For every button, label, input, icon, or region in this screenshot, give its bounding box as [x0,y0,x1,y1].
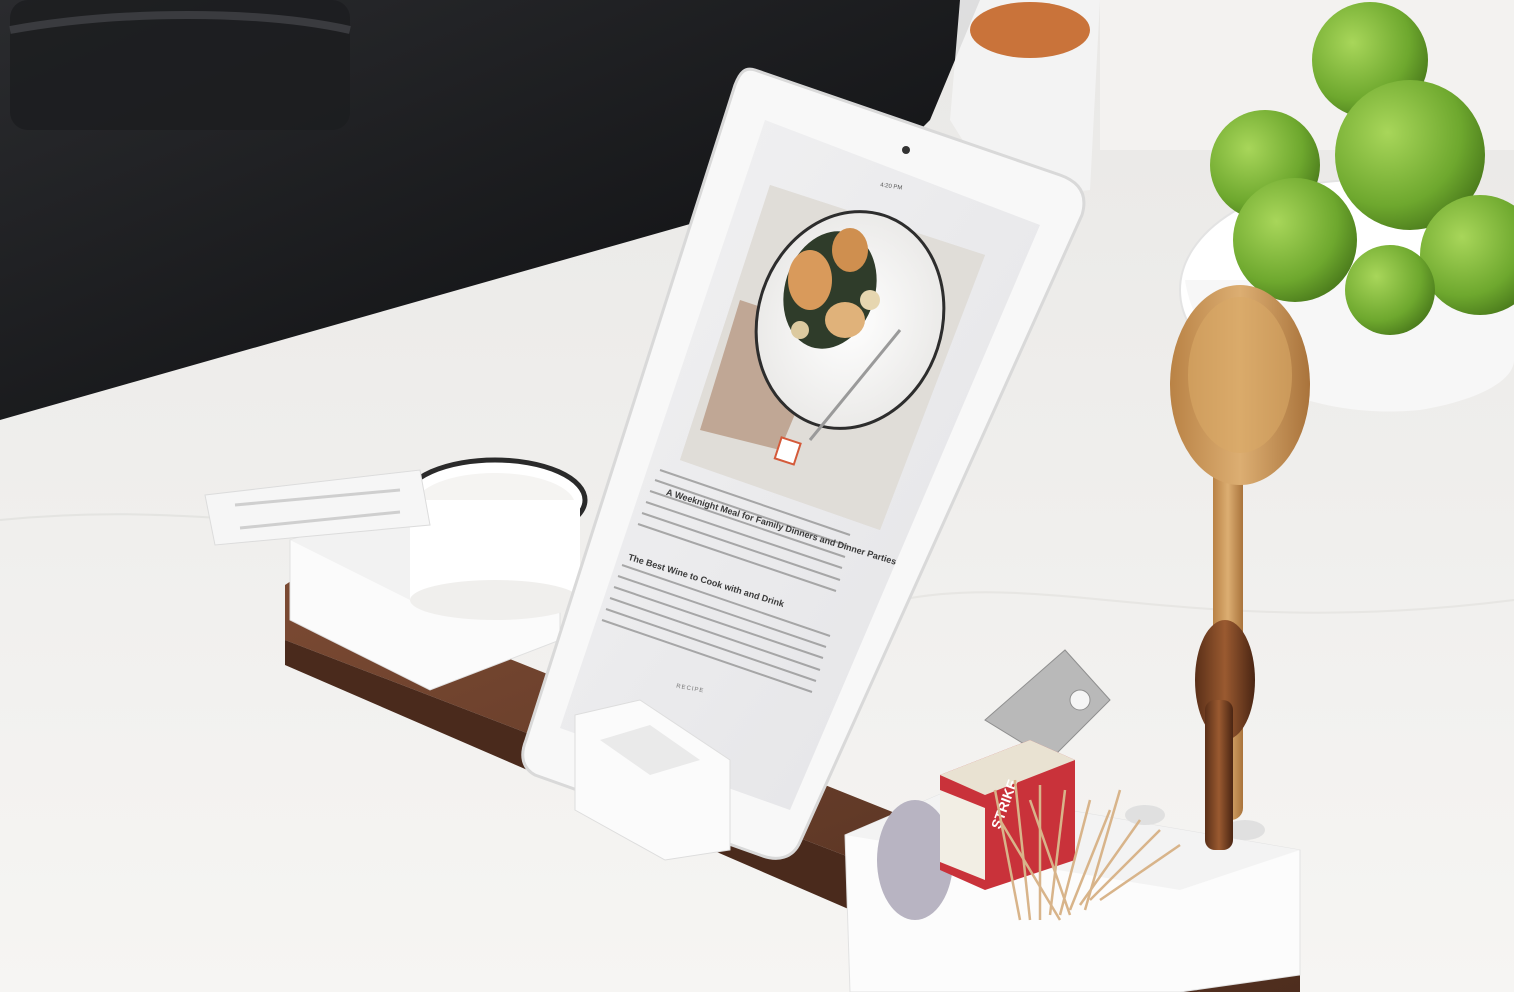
kitchen-photo: STRIKE [0,0,1514,992]
tablet-camera-icon [902,146,910,154]
